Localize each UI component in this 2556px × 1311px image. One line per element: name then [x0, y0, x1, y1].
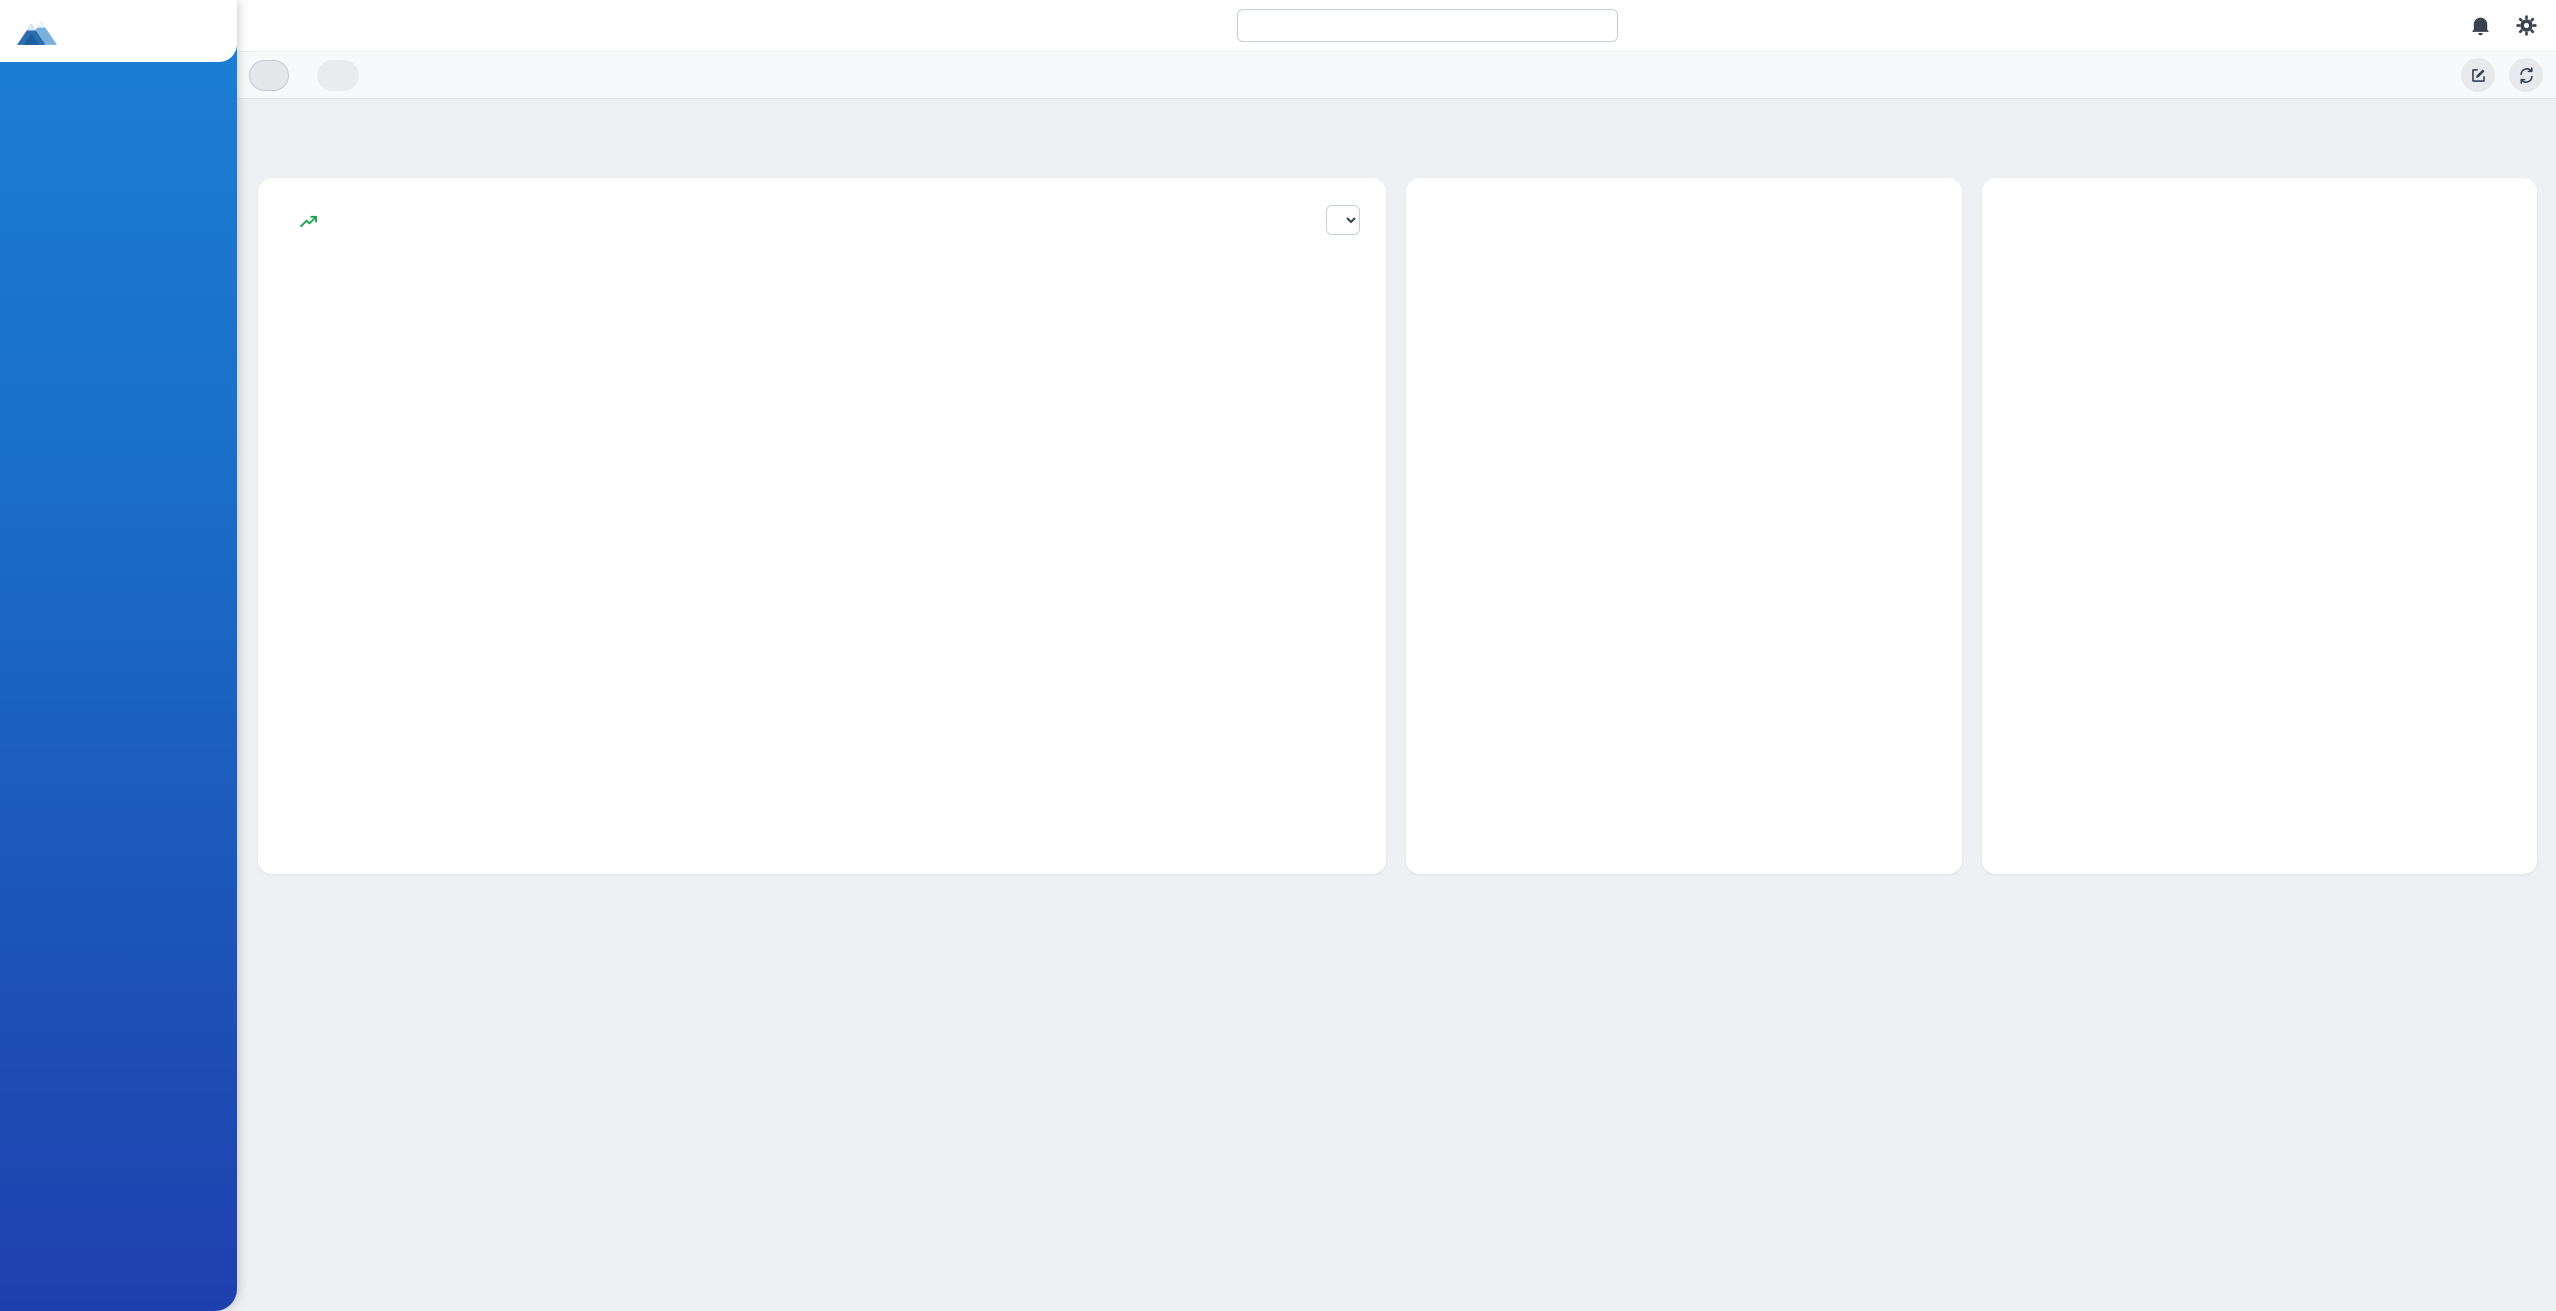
team-distribution-card [1982, 178, 2537, 874]
layout-chip-default[interactable] [249, 60, 289, 91]
refresh-icon [2517, 66, 2536, 85]
main-content [237, 100, 2556, 1311]
edit-layout-button[interactable] [2461, 58, 2495, 92]
charts-row [258, 178, 2537, 874]
kpis-heading [258, 100, 2537, 121]
mountain-logo-icon [16, 15, 58, 48]
layout-toolbar [237, 51, 2556, 99]
project-trend-card [258, 178, 1386, 874]
trend-up-icon [300, 215, 319, 229]
brand-panel [0, 0, 237, 62]
edit-pencil-icon [2469, 66, 2488, 85]
sidebar-nav [0, 62, 237, 90]
header-icons [2469, 0, 2538, 51]
add-layout-button[interactable] [317, 60, 359, 91]
refresh-button[interactable] [2509, 58, 2543, 92]
bell-icon[interactable] [2469, 14, 2492, 37]
project-trend-subtitle [284, 215, 1360, 229]
top-header [237, 0, 2556, 51]
search-input[interactable] [1237, 9, 1618, 42]
sidebar [0, 0, 237, 1311]
sales-by-region-card [1406, 178, 1962, 874]
range-select[interactable] [1326, 205, 1360, 235]
gear-icon[interactable] [2515, 14, 2538, 37]
